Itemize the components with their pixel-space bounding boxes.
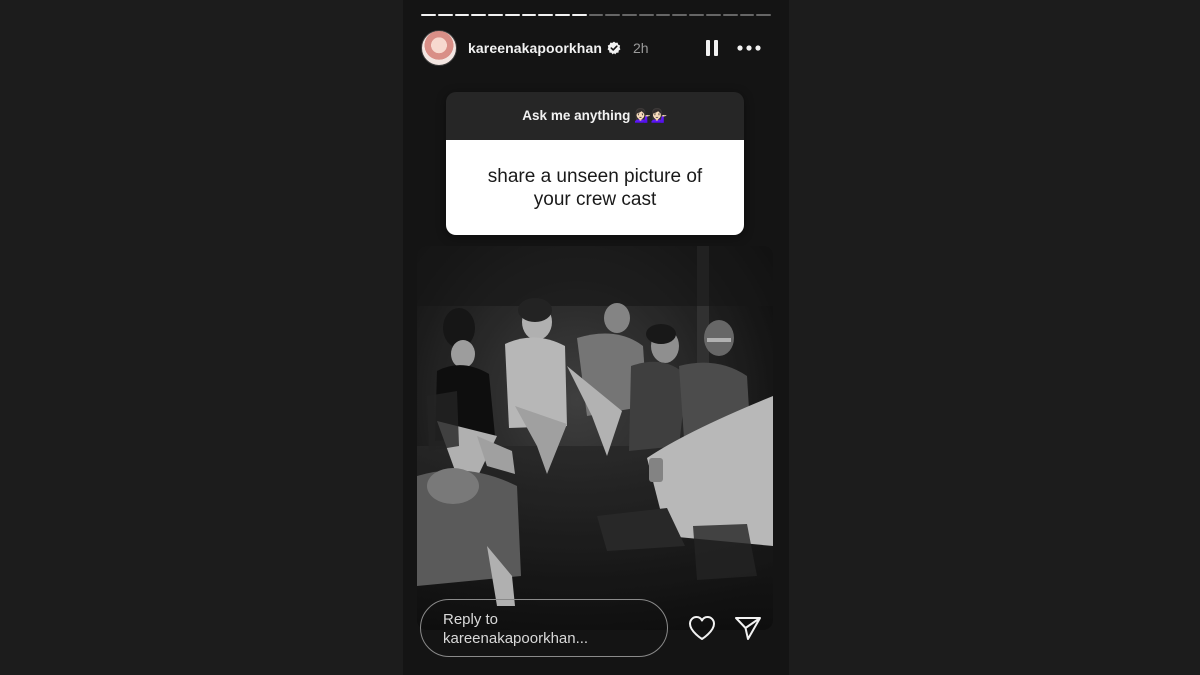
reply-placeholder-line2: kareenakapoorkhan... [443,630,589,647]
verified-badge-icon [607,41,621,55]
progress-segment [571,14,587,16]
progress-segment [471,14,487,16]
progress-segment [638,14,654,16]
heart-icon [689,616,715,640]
profile-avatar[interactable] [421,30,457,66]
pause-button[interactable] [705,39,719,57]
reply-input[interactable]: Reply to kareenakapoorkhan... [420,599,668,657]
progress-segment [504,14,520,16]
progress-segment [756,14,772,16]
story-photo [417,246,773,630]
story-progress-bar [421,14,772,16]
progress-segment [437,14,453,16]
question-answer: share a unseen picture of your crew cast [446,140,744,235]
story-timestamp: 2h [632,40,649,56]
progress-segment [421,14,436,16]
page: kareenakapoorkhan 2h [0,0,1200,675]
progress-segment [706,14,721,16]
group-photo-image [417,246,773,630]
story-header: kareenakapoorkhan 2h [421,30,771,66]
progress-segment [655,14,671,16]
progress-segment [622,14,637,16]
progress-segment [555,14,570,16]
more-options-icon [737,45,761,51]
question-prompt: Ask me anything 💁🏻‍♀️💁🏻‍♀️ [446,92,744,140]
progress-segment [488,14,503,16]
send-icon [735,617,761,640]
progress-segment [521,14,537,16]
pause-icon [706,40,718,56]
story-viewer[interactable]: kareenakapoorkhan 2h [403,0,789,675]
username-link[interactable]: kareenakapoorkhan [468,40,602,56]
question-sticker: Ask me anything 💁🏻‍♀️💁🏻‍♀️ share a unsee… [446,92,744,235]
progress-segment [672,14,688,16]
story-footer: Reply to kareenakapoorkhan... [420,598,772,658]
send-button[interactable] [734,615,762,641]
footer-actions [688,615,762,641]
progress-segment [588,14,604,16]
like-button[interactable] [688,615,716,641]
progress-segment [722,14,738,16]
progress-segment [454,14,470,16]
header-actions [705,39,771,57]
progress-segment [689,14,705,16]
progress-segment [739,14,755,16]
progress-segment [605,14,621,16]
more-options-button[interactable] [737,45,761,51]
reply-placeholder-line1: Reply to [443,611,499,628]
progress-segment [538,14,554,16]
